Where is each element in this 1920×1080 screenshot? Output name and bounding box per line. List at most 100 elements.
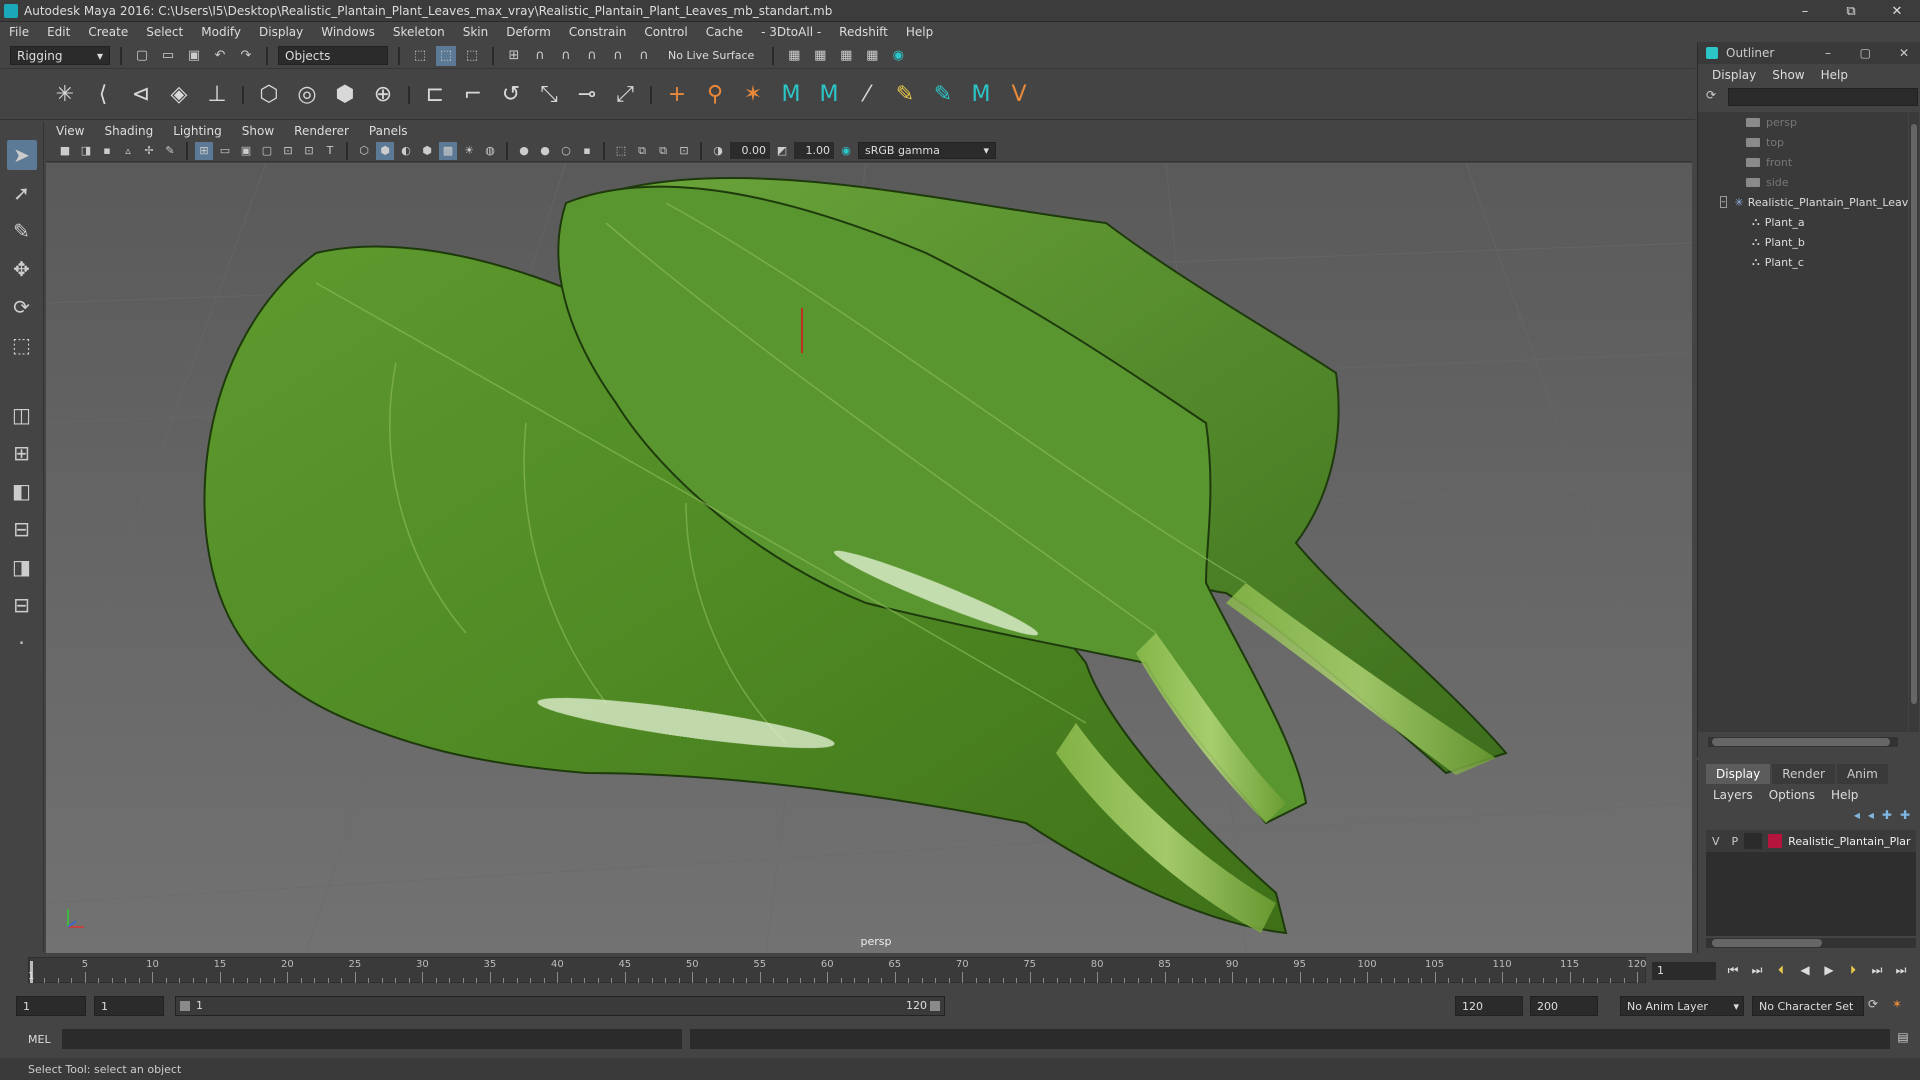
animation-end-field[interactable]: 200 [1530, 996, 1598, 1016]
layer-menu-options[interactable]: Options [1762, 788, 1822, 802]
snap-curve-icon[interactable]: ∩ [530, 46, 550, 66]
motion-blur-icon[interactable]: ● [536, 142, 554, 160]
grease-pencil-icon[interactable]: ✎ [161, 142, 179, 160]
script-language-label[interactable]: MEL [0, 1033, 60, 1046]
range-start-handle[interactable] [180, 1001, 190, 1011]
outliner-item-side[interactable]: side [1698, 172, 1908, 192]
anti-alias-icon[interactable]: ○ [557, 142, 575, 160]
layer-playback-toggle[interactable]: P [1732, 835, 1739, 848]
move-layer-up-icon[interactable]: ◂ [1854, 808, 1860, 822]
layer-color-swatch[interactable] [1768, 834, 1783, 848]
menu-windows[interactable]: Windows [312, 25, 384, 39]
hik-icon[interactable]: ✶ [736, 78, 770, 112]
select-tool-icon[interactable]: ➤ [6, 140, 37, 170]
open-scene-icon[interactable]: ▭ [158, 46, 178, 66]
undo-icon[interactable]: ↶ [210, 46, 230, 66]
layer-name[interactable]: Realistic_Plantain_Plar [1788, 835, 1910, 848]
locator-icon[interactable]: + [660, 78, 694, 112]
rotate-tool-icon[interactable]: ⟳ [7, 292, 37, 322]
select-component-icon[interactable]: ⬚ [462, 46, 482, 66]
play-backward-icon[interactable]: ◀ [1796, 963, 1814, 978]
menu-deform[interactable]: Deform [497, 25, 560, 39]
current-frame-field[interactable]: 1 [1652, 962, 1716, 980]
outliner-item-group[interactable]: – ✳ Realistic_Plantain_Plant_Leav [1698, 192, 1908, 212]
grid-icon[interactable]: ⊞ [195, 141, 213, 160]
menu-skeleton[interactable]: Skeleton [384, 25, 454, 39]
select-mode-dropdown[interactable]: Objects [278, 46, 388, 65]
snap-live-icon[interactable]: ∩ [634, 46, 654, 66]
field-chart-icon[interactable]: ⊡ [279, 142, 297, 160]
layer-type-toggle[interactable] [1744, 833, 1763, 849]
outliner-vertical-scrollbar[interactable] [1909, 112, 1919, 732]
character-set-dropdown[interactable]: No Character Set [1752, 996, 1864, 1016]
outliner-item-front[interactable]: front [1698, 152, 1908, 172]
image-plane-icon[interactable]: ▵ [119, 142, 137, 160]
gamma-icon[interactable]: ◩ [773, 142, 791, 160]
maya-tool-1-icon[interactable]: M [774, 78, 808, 112]
flat-shade-icon[interactable]: ◐ [397, 142, 415, 160]
four-view-icon[interactable]: ⊞ [7, 438, 37, 468]
render-view-icon[interactable]: ▦ [862, 46, 882, 66]
outliner-menu-display[interactable]: Display [1706, 68, 1762, 82]
step-forward-key-icon[interactable]: ⏭ [1868, 963, 1886, 978]
ik-handle-icon[interactable]: ⟨ [86, 78, 120, 112]
paint-tool-icon[interactable]: ✎ [926, 78, 960, 112]
scale-constraint-icon[interactable]: ⤡ [532, 78, 566, 112]
menu-redshift[interactable]: Redshift [830, 25, 897, 39]
new-layer-selected-icon[interactable]: ✚ [1900, 808, 1910, 822]
2d-pan-icon[interactable]: ✢ [140, 142, 158, 160]
save-scene-icon[interactable]: ▣ [184, 46, 204, 66]
mirror-joint-icon[interactable]: ◈ [162, 78, 196, 112]
layer-menu-layers[interactable]: Layers [1706, 788, 1760, 802]
range-bar[interactable]: 1 120 [175, 996, 945, 1016]
render-frame-icon[interactable]: ▦ [810, 46, 830, 66]
cluster-icon[interactable]: ⊕ [366, 78, 400, 112]
parent-constraint-icon[interactable]: ⊏ [418, 78, 452, 112]
camera-icon[interactable]: ■ [56, 142, 74, 160]
isolate-select-icon[interactable]: ⬚ [612, 142, 630, 160]
lattice-icon[interactable]: ⬢ [328, 78, 362, 112]
script-editor-icon[interactable]: ▤ [1894, 1030, 1912, 1048]
menu-display[interactable]: Display [250, 25, 312, 39]
restore-button[interactable]: ⧉ [1828, 0, 1874, 22]
outliner-item-persp[interactable]: persp [1698, 112, 1908, 132]
tab-display[interactable]: Display [1706, 764, 1771, 784]
paint-weights-icon[interactable]: ✎ [888, 78, 922, 112]
menu-constrain[interactable]: Constrain [560, 25, 636, 39]
camera-attr-icon[interactable]: ◨ [77, 142, 95, 160]
tab-render[interactable]: Render [1772, 764, 1835, 784]
playback-start-field[interactable]: 1 [94, 996, 164, 1016]
render-settings-icon[interactable]: ▦ [784, 46, 804, 66]
outliner-item-plant-a[interactable]: ⛬ Plant_a [1698, 212, 1908, 232]
outliner-minimize-button[interactable]: – [1825, 46, 1831, 60]
gamma-field[interactable]: 1.00 [794, 142, 834, 159]
select-object-icon[interactable]: ⬚ [436, 45, 456, 66]
handle-icon[interactable]: ⚲ [698, 78, 732, 112]
layer-menu-help[interactable]: Help [1824, 788, 1865, 802]
more-layouts-icon[interactable]: · [7, 628, 37, 658]
xray-components-icon[interactable]: ⊡ [675, 142, 693, 160]
vp-menu-renderer[interactable]: Renderer [284, 124, 359, 138]
menu-select[interactable]: Select [137, 25, 192, 39]
menu-skin[interactable]: Skin [454, 25, 498, 39]
outliner-item-plant-b[interactable]: ⛬ Plant_b [1698, 232, 1908, 252]
hypershade-icon[interactable]: ◉ [888, 46, 908, 66]
bind-skin-icon[interactable]: ⬡ [252, 78, 286, 112]
bookmark-icon[interactable]: ▪ [98, 142, 116, 160]
safe-action-icon[interactable]: ⊡ [300, 142, 318, 160]
new-layer-icon[interactable]: ✚ [1882, 808, 1892, 822]
step-forward-frame-icon[interactable]: ⏵ [1844, 963, 1862, 978]
outliner-search-input[interactable] [1728, 88, 1918, 106]
close-button[interactable]: ✕ [1874, 0, 1920, 22]
vp-menu-panels[interactable]: Panels [359, 124, 418, 138]
select-hierarchy-icon[interactable]: ⬚ [410, 46, 430, 66]
lasso-tool-icon[interactable]: ➚ [7, 178, 37, 208]
perspective-viewport[interactable]: persp [46, 163, 1692, 953]
vp-menu-shading[interactable]: Shading [94, 124, 163, 138]
snap-point-icon[interactable]: ∩ [556, 46, 576, 66]
smooth-skin-icon[interactable]: ◎ [290, 78, 324, 112]
screen-ao-icon[interactable]: ● [515, 142, 533, 160]
menu-edit[interactable]: Edit [38, 25, 79, 39]
play-forward-icon[interactable]: ▶ [1820, 963, 1838, 978]
outliner-persp-icon[interactable]: ◨ [7, 552, 37, 582]
